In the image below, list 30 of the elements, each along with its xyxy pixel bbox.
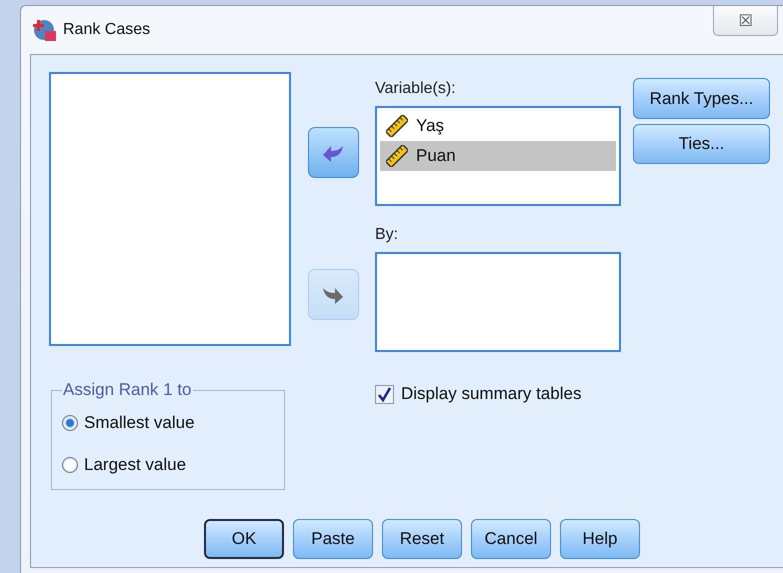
dialog-button[interactable]: Ties... [633, 124, 770, 164]
dialog-button[interactable]: OK [204, 518, 284, 559]
dialog-button[interactable]: Cancel [471, 518, 551, 559]
dialog-button[interactable]: Paste [293, 518, 373, 559]
group-legend: Assign Rank 1 to [62, 380, 193, 400]
variable-name: Puan [416, 146, 456, 166]
checkbox[interactable] [375, 384, 394, 404]
dialog-button[interactable]: Reset [382, 518, 462, 559]
by-label: By: [375, 226, 400, 244]
radio-icon[interactable] [62, 415, 78, 432]
move-back-button[interactable] [308, 127, 358, 178]
source-variable-list[interactable] [49, 72, 291, 346]
dialog-button[interactable]: Rank Types... [633, 78, 770, 119]
by-list[interactable] [375, 252, 621, 352]
checkbox-label: Display summary tables [401, 384, 582, 404]
window-title: Rank Cases [63, 21, 150, 39]
variable-item[interactable]: Yaş [380, 111, 616, 141]
summary-checkbox-row[interactable]: Display summary tables [375, 384, 621, 404]
radio-label: Largest value [84, 455, 186, 476]
radio-label: Smallest value [84, 413, 195, 434]
radio-icon[interactable] [62, 457, 78, 474]
dialog-button[interactable]: Help [560, 518, 640, 559]
variables-list[interactable]: Yaş Puan [375, 106, 621, 206]
radio-option[interactable]: Smallest value [62, 402, 284, 444]
app-icon [33, 18, 57, 42]
variable-item[interactable]: Puan [380, 141, 616, 171]
close-button[interactable]: ☒ [713, 6, 778, 36]
variable-name: Yaş [416, 116, 444, 136]
radio-option[interactable]: Largest value [62, 444, 284, 486]
variables-label: Variable(s): [375, 80, 457, 98]
